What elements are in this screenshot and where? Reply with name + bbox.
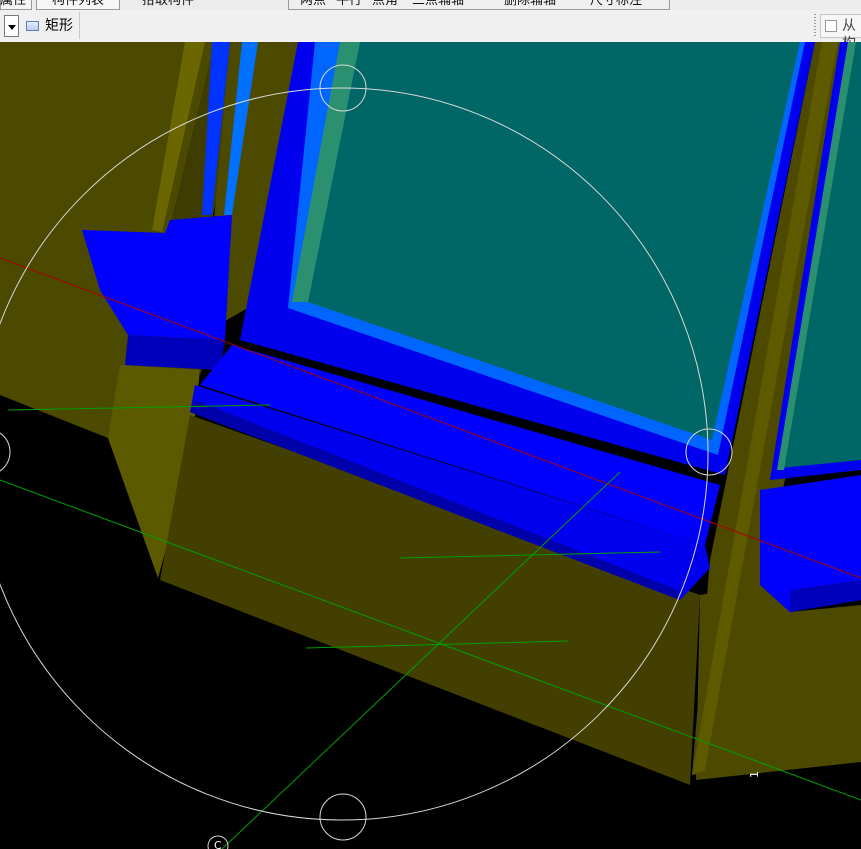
top-toolbar: 属性 构件列表 拾取构件 两点 平行 点角 三点辅轴 删除辅轴 尺寸标注: [0, 0, 861, 10]
dimension-label[interactable]: 尺寸标注: [590, 0, 642, 9]
magnifier-icon: [825, 20, 837, 32]
axis-label-1: 1: [748, 771, 761, 778]
point-angle-label[interactable]: 点角: [372, 0, 398, 9]
pick-component-label[interactable]: 拾取构件: [142, 0, 194, 9]
shape-dropdown-arrow[interactable]: [4, 15, 19, 37]
draw-toolbar: 矩形 从构: [0, 10, 861, 52]
left-sill-block-bottom: [125, 335, 225, 370]
three-point-aux-label[interactable]: 三点辅轴: [412, 0, 464, 9]
from-component-button[interactable]: 从构: [820, 14, 861, 52]
rectangle-button-label[interactable]: 矩形: [45, 17, 73, 35]
axis-label-c: C: [214, 839, 222, 849]
toolbar-grip[interactable]: [814, 14, 816, 38]
toolbar-separator: [79, 12, 80, 39]
properties-label: 属性: [0, 0, 27, 8]
viewport-canvas[interactable]: C 1: [0, 42, 861, 849]
parallel-label[interactable]: 平行: [336, 0, 362, 9]
delete-aux-label[interactable]: 删除辅轴: [504, 0, 556, 9]
3d-viewport[interactable]: C 1: [0, 42, 861, 849]
component-list-label: 构件列表: [52, 0, 105, 8]
rectangle-icon: [26, 21, 39, 31]
two-point-label[interactable]: 两点: [300, 0, 326, 9]
